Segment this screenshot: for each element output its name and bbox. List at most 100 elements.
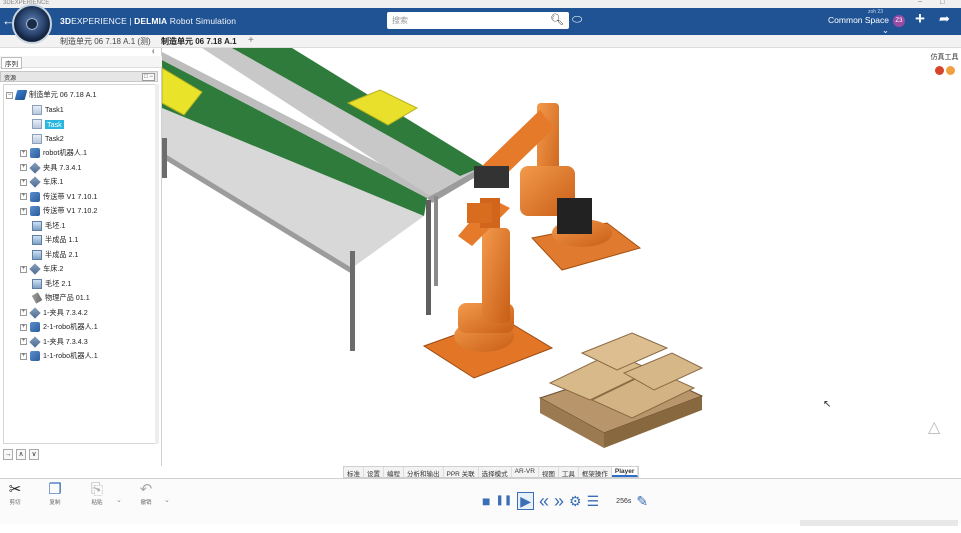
tool-icon <box>29 161 41 174</box>
tree-item[interactable]: +1-夹具 7.3.4.3 <box>20 335 88 348</box>
tree-item[interactable]: 半成品 1.1 <box>20 234 79 246</box>
cut-label: 剪切 <box>9 500 21 506</box>
tree-expander-icon[interactable]: + <box>20 338 27 345</box>
tree-item[interactable]: + 夹具 7.3.4.1 <box>20 161 81 174</box>
task-icon <box>32 119 42 129</box>
tree-expander-icon[interactable]: − <box>6 91 13 99</box>
tree-expander-icon[interactable]: + <box>20 352 27 360</box>
tree-item[interactable]: − 制造单元 06 7.18 A.1 <box>6 89 97 101</box>
tree-item[interactable]: Task2 <box>20 133 64 145</box>
tree-expander-icon[interactable]: + <box>20 265 27 273</box>
workbench-tab[interactable]: Player <box>611 467 639 477</box>
compass-icon[interactable] <box>12 4 52 44</box>
tree-scrollbar[interactable] <box>155 84 159 444</box>
maximize-button[interactable]: □ <box>940 0 944 6</box>
axis-triad-icon[interactable]: △ <box>928 417 940 437</box>
add-tab-icon[interactable]: + <box>248 35 254 46</box>
tree-item-label: 2-1-robo机器人.1 <box>43 322 98 331</box>
workbench-tab[interactable]: 标准 <box>344 467 364 478</box>
workbench-tab[interactable]: 设置 <box>364 467 384 478</box>
tree-expander-icon[interactable]: + <box>20 193 27 200</box>
workbench-tab[interactable]: 分析和输出 <box>404 467 444 478</box>
workbench-tab[interactable]: 工具 <box>559 467 579 478</box>
workbench-tab[interactable]: 编程 <box>384 467 404 478</box>
panel-tabstrip: 序列 <box>0 56 162 69</box>
tree-expander-icon[interactable]: + <box>20 323 27 331</box>
part-icon <box>32 220 42 231</box>
part-icon <box>32 235 42 245</box>
paste-dropdown-icon[interactable]: ⌄ <box>116 496 122 504</box>
app-brand: 3DEXPERIENCE | DELMIA Robot Simulation <box>60 16 237 26</box>
tree-item[interactable]: +1-1-robo机器人.1 <box>20 350 98 362</box>
undo-dropdown-icon[interactable]: ⌄ <box>164 496 170 504</box>
tab-sequence[interactable]: 序列 <box>1 57 22 69</box>
tree-item[interactable]: Task <box>20 118 64 130</box>
magnifier-icon[interactable]: 🔍︎ <box>550 13 564 26</box>
paste-button[interactable]: ⎘ 粘贴 <box>84 481 110 506</box>
prod-icon <box>31 292 43 304</box>
scroll-down-button[interactable]: ∨ <box>29 449 39 460</box>
panel-window-buttons[interactable]: □ − <box>142 73 155 81</box>
tree-item-label: Task <box>45 119 64 129</box>
robot-near[interactable] <box>422 198 554 379</box>
record-icon[interactable] <box>934 66 944 75</box>
tree-expander-icon[interactable]: + <box>20 164 27 171</box>
tag-icon[interactable]: ⬭ <box>572 12 582 27</box>
rewind-button[interactable]: « <box>539 492 549 510</box>
tree-item-label: 传送带 V1 7.10.1 <box>43 191 98 201</box>
3d-viewport[interactable] <box>162 48 961 466</box>
document-tabs: 制造单元 06 7.18 A.1 (测) 制造单元 06 7.18 A.1 + <box>0 35 961 50</box>
workbench-tab[interactable]: PPR 关联 <box>444 467 479 478</box>
list-button[interactable]: ☰ <box>587 493 600 509</box>
tab-document-test[interactable]: 制造单元 06 7.18 A.1 (测) <box>60 36 151 47</box>
tree-item[interactable]: +2-1-robo机器人.1 <box>20 321 98 333</box>
pause-button[interactable]: ❚❚ <box>495 493 512 509</box>
play-button[interactable]: ▶ <box>517 492 535 510</box>
workbench-tab[interactable]: 视图 <box>539 467 559 478</box>
space-selector[interactable]: Common Space ⌄ <box>821 15 889 36</box>
robot-icon <box>30 322 40 332</box>
tree-item[interactable]: + 车床.2 <box>20 263 63 275</box>
tree-item[interactable]: Task1 <box>20 104 64 116</box>
tree-expander-icon[interactable]: + <box>20 149 27 157</box>
minimize-button[interactable]: − <box>918 0 922 6</box>
task-icon <box>32 133 42 144</box>
undo-button[interactable]: ↶ 撤销 <box>133 481 159 506</box>
scroll-up-button[interactable]: ∧ <box>16 449 26 460</box>
tree-item[interactable]: + 传送带 V1 7.10.1 <box>20 191 97 203</box>
tree-expander-icon[interactable]: + <box>20 207 27 215</box>
share-icon[interactable]: ➦ <box>939 11 950 27</box>
pallet-with-boxes[interactable] <box>538 332 704 448</box>
tree-expander-icon[interactable]: + <box>20 178 27 186</box>
tree-item[interactable]: 毛坯 2.1 <box>20 278 71 290</box>
gear-sim-icon[interactable] <box>945 66 955 75</box>
tree-item[interactable]: 物理产品 01.1 <box>20 292 90 304</box>
workbench-tab[interactable]: AR-VR <box>512 467 539 477</box>
plus-icon[interactable]: + <box>915 9 925 29</box>
search-input[interactable]: 搜索 🔍︎ <box>387 12 569 29</box>
tree-item[interactable]: 毛坯.1 <box>20 220 65 232</box>
workbench-tab[interactable]: 选择模式 <box>479 467 512 478</box>
side-collapse-icon[interactable]: ‹ <box>152 49 154 56</box>
tree-expander-icon[interactable]: + <box>20 309 27 316</box>
fast-forward-button[interactable]: » <box>554 492 564 510</box>
scissors-icon: ✂ <box>8 481 22 498</box>
tree-item[interactable]: 半成品 2.1 <box>20 249 79 261</box>
tree-item[interactable]: + 传送带 V1 7.10.2 <box>20 205 97 217</box>
workbench-tab[interactable]: 框架操作 <box>579 467 612 478</box>
tree-item[interactable]: + robot机器人.1 <box>20 147 87 159</box>
tree-item[interactable]: + 车床.1 <box>20 176 63 188</box>
user-space[interactable]: zoh 23 Common Space ⌄ <box>821 9 889 36</box>
record-edit-icon[interactable]: ✎ <box>636 493 648 509</box>
expand-arrow-button[interactable]: → <box>3 449 13 460</box>
stop-button[interactable]: ■ <box>482 493 490 509</box>
tree-item[interactable]: +1-夹具 7.3.4.2 <box>20 306 88 319</box>
cut-button[interactable]: ✂ 剪切 <box>2 481 28 506</box>
tree-item-label: 制造单元 06 7.18 A.1 <box>29 90 97 99</box>
tree-item-label: 半成品 1.1 <box>45 235 79 244</box>
status-area <box>800 520 958 526</box>
panel-footer: → ∧ ∨ <box>3 448 159 462</box>
copy-button[interactable]: ❐ 复制 <box>42 481 68 506</box>
settings-button[interactable]: ⚙ <box>569 493 582 509</box>
avatar[interactable]: Z3 <box>893 15 905 27</box>
